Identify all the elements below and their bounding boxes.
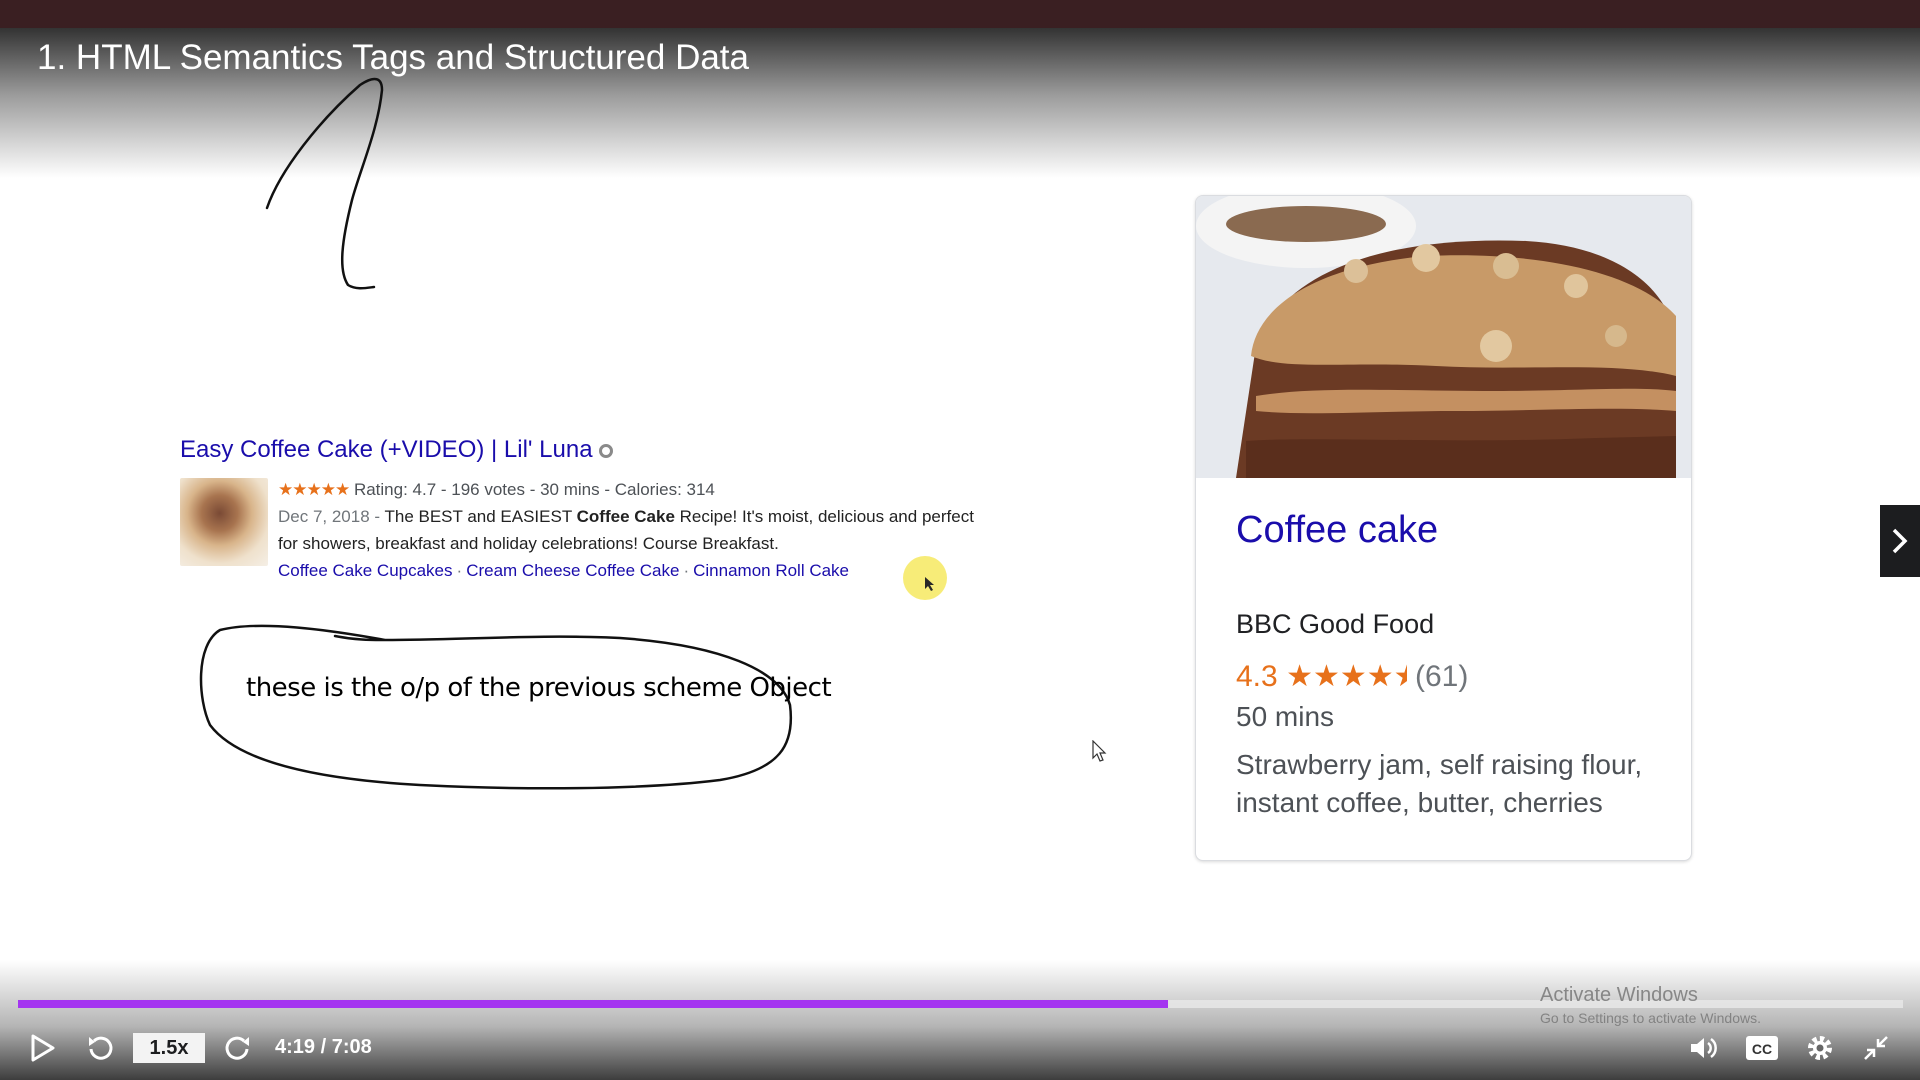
half-star-icon: ★ — [1394, 659, 1407, 694]
cake-image[interactable] — [1196, 196, 1691, 478]
snippet-thumbnail[interactable] — [180, 478, 268, 566]
mouse-cursor-icon — [1091, 739, 1109, 769]
snippet-description: Dec 7, 2018 - The BEST and EASIEST Coffe… — [278, 503, 978, 557]
captions-button[interactable]: CC — [1743, 1030, 1781, 1066]
forward-icon — [225, 1036, 249, 1060]
snippet-title-text[interactable]: Easy Coffee Cake (+VIDEO) | Lil' Luna — [180, 436, 593, 463]
cake-illustration — [1196, 196, 1691, 478]
video-title: 1. HTML Semantics Tags and Structured Da… — [37, 38, 749, 77]
exit-fullscreen-button[interactable] — [1858, 1030, 1894, 1066]
progress-fill — [18, 1000, 1168, 1008]
cook-time: 50 mins — [1236, 701, 1335, 732]
snippet-title-link[interactable]: Easy Coffee Cake (+VIDEO) | Lil' Luna — [180, 436, 613, 464]
forward-button[interactable] — [220, 1030, 256, 1066]
snippet-body: ★★★★★ Rating: 4.7 - 196 votes - 30 mins … — [278, 476, 978, 584]
chevron-right-icon — [1892, 528, 1908, 554]
laser-pointer — [903, 556, 947, 600]
ingredients: Strawberry jam, self raising flour, inst… — [1236, 749, 1643, 818]
rating-text: Rating: 4.7 - 196 votes - 30 mins - Calo… — [353, 480, 715, 499]
recipe-card: Coffee cake BBC Good Food 4.3 ★★★★★ (61)… — [1195, 195, 1692, 861]
card-source: BBC Good Food — [1236, 609, 1435, 639]
related-link[interactable]: Coffee Cake Cupcakes — [278, 561, 453, 580]
handwritten-note: these is the o/p of the previous scheme … — [246, 673, 832, 703]
rating-value: 4.3 — [1236, 660, 1278, 693]
handwritten-ellipse — [199, 624, 793, 790]
pointer-arrow-icon — [925, 577, 934, 591]
settings-button[interactable] — [1802, 1030, 1838, 1066]
rewind-icon — [89, 1036, 113, 1060]
card-title-link[interactable]: Coffee cake — [1236, 509, 1438, 552]
play-icon — [31, 1034, 55, 1062]
activation-watermark-title: Activate Windows — [1540, 984, 1698, 1006]
info-icon[interactable] — [598, 443, 613, 458]
rating-stars-icon: ★★★★★ — [278, 480, 350, 499]
snippet-related-links: Coffee Cake Cupcakes · Cream Cheese Coffee… — [278, 557, 978, 584]
rating-count: (61) — [1414, 660, 1469, 693]
settings-icon — [1808, 1036, 1832, 1060]
desc-bold: Coffee Cake — [576, 507, 675, 526]
volume-icon — [1691, 1037, 1717, 1059]
star-rating-icon: ★★★★ — [1286, 660, 1394, 693]
playback-time: 4:19 / 7:08 — [275, 1036, 372, 1058]
exit-fullscreen-icon — [1864, 1036, 1888, 1060]
rewind-button[interactable] — [82, 1030, 118, 1066]
next-lecture-button[interactable] — [1880, 505, 1920, 577]
related-link[interactable]: Cream Cheese Coffee Cake — [466, 561, 679, 580]
activation-watermark-subtitle: Go to Settings to activate Windows. — [1540, 1010, 1761, 1026]
link-separator: · — [683, 561, 690, 580]
top-bar — [0, 0, 1920, 28]
link-separator: · — [456, 561, 463, 580]
related-link[interactable]: Cinnamon Roll Cake — [693, 561, 849, 580]
play-button[interactable] — [24, 1030, 60, 1066]
snippet-date: Dec 7, 2018 - — [278, 507, 381, 526]
svg-text:CC: CC — [1752, 1041, 1772, 1057]
volume-button[interactable] — [1686, 1030, 1722, 1066]
snippet-rating-line: ★★★★★ Rating: 4.7 - 196 votes - 30 mins … — [278, 476, 978, 503]
card-rating: 4.3 ★★★★★ (61) — [1236, 659, 1468, 694]
speed-button[interactable]: 1.5x — [133, 1033, 205, 1063]
captions-icon: CC — [1746, 1036, 1778, 1060]
desc-part1: The BEST and EASIEST — [384, 507, 572, 526]
